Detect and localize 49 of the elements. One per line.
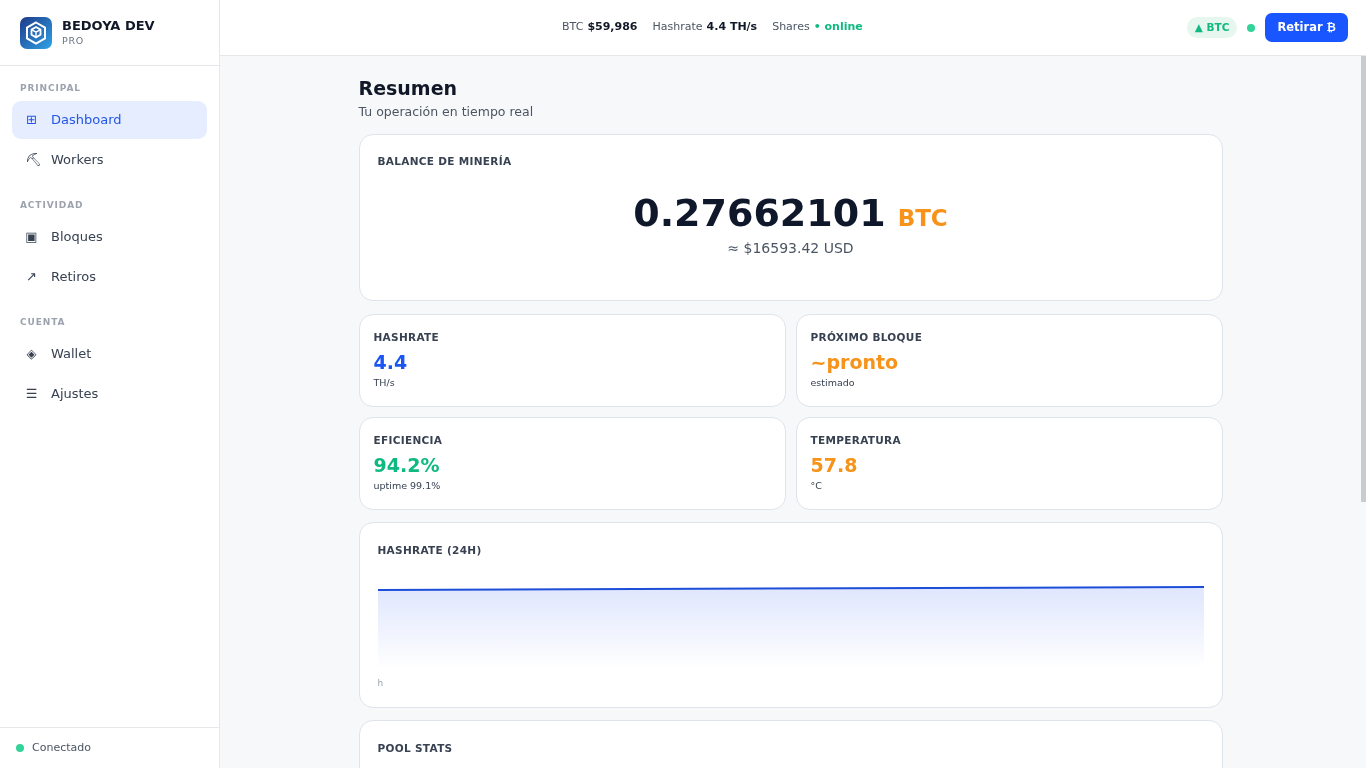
nav-item[interactable]: ▣ Bloques: [12, 218, 207, 256]
balance-fiat-value: ≈ $16593.42 USD: [727, 239, 854, 258]
connection-status: Conectado: [32, 739, 91, 756]
nav-item[interactable]: ↗ Retiros: [12, 258, 207, 296]
nav-item[interactable]: ⛏ Workers: [12, 141, 207, 179]
stat-unit: estimado: [810, 376, 855, 390]
balance-unit: BTC: [897, 204, 948, 233]
stat-label: EFICIENCIA: [373, 433, 443, 448]
card-title: HASHRATE (24H): [377, 543, 482, 557]
arrow-icon: ↗: [25, 269, 38, 285]
ticker-value: 4.4 TH/s: [706, 19, 758, 36]
nav-item[interactable]: ⊞ Dashboard: [12, 101, 207, 139]
ticker-value: • online: [813, 19, 863, 36]
nav-section-title: PRINCIPAL: [20, 83, 81, 93]
card-title: BALANCE DE MINERÍA: [377, 154, 512, 168]
hexagon-logo-icon: [20, 16, 52, 49]
nav-section-title: CUENTA: [20, 317, 66, 327]
withdraw-button[interactable]: Retirar ₿: [1265, 13, 1348, 42]
stat-unit: °C: [810, 479, 822, 493]
diamond-icon: ◈: [25, 346, 38, 362]
ticker-label: BTC: [562, 19, 584, 36]
stat-label: HASHRATE: [373, 330, 439, 345]
stat-unit: TH/s: [373, 376, 395, 390]
scrollbar-thumb[interactable]: [1361, 56, 1366, 502]
page-subtitle: Tu operación en tiempo real: [358, 103, 534, 121]
stat-value: 4.4: [373, 350, 408, 375]
stat-value: ~pronto: [810, 350, 899, 375]
nav-item[interactable]: ☰ Ajustes: [12, 375, 207, 413]
ticker-label: Hashrate: [652, 19, 703, 36]
axis-label: h: [377, 678, 384, 688]
plan-label: PRO: [62, 34, 85, 48]
stat-value: 57.8: [810, 453, 858, 478]
ticker-value: $59,986: [587, 19, 638, 36]
nav-section-title: ACTIVIDAD: [20, 200, 84, 210]
square-icon: ▣: [25, 229, 38, 245]
card-title: POOL STATS: [377, 741, 453, 755]
page-title: Resumen: [358, 76, 458, 101]
trend-badge: ▲ BTC: [1186, 16, 1238, 39]
menu-icon: ☰: [25, 386, 38, 402]
stat-unit: uptime 99.1%: [373, 479, 441, 493]
pickaxe-icon: ⛏: [25, 152, 38, 168]
grid-icon: ⊞: [25, 112, 38, 128]
stat-label: PRÓXIMO BLOQUE: [810, 330, 923, 345]
stat-value: 94.2%: [373, 453, 440, 478]
brand-name: BEDOYA DEV: [62, 17, 155, 34]
stat-label: TEMPERATURA: [810, 433, 901, 448]
balance-amount: 0.27662101: [633, 190, 886, 236]
nav-item[interactable]: ◈ Wallet: [12, 335, 207, 373]
ticker-label: Shares: [772, 19, 810, 36]
